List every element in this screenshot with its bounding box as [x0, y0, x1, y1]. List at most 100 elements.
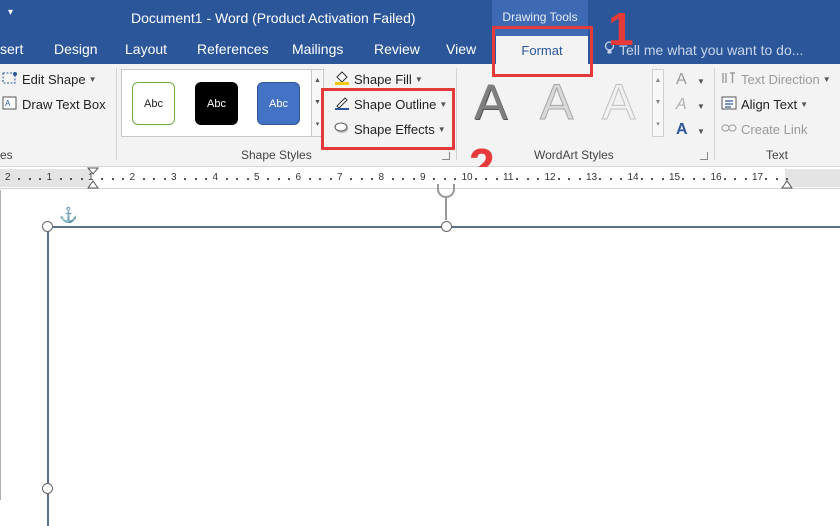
edit-shape-label: Edit Shape [22, 72, 86, 87]
wordart-style-gray[interactable]: A [474, 71, 507, 133]
align-text-label: Align Text [741, 97, 798, 112]
ruler-tick [101, 178, 104, 180]
ruler-tick [620, 178, 623, 180]
resize-handle-top-left[interactable] [42, 221, 53, 232]
scroll-up-icon[interactable]: ▲ [653, 70, 663, 92]
tab-insert[interactable]: sert [0, 41, 23, 57]
ruler-tick [599, 178, 602, 180]
ruler-tick [640, 178, 643, 180]
tab-references[interactable]: References [197, 41, 269, 57]
ruler-number: 11 [503, 172, 514, 183]
text-fill-icon[interactable]: A [676, 71, 687, 89]
ruler-tick [39, 178, 42, 180]
ruler-number: 15 [669, 172, 681, 183]
align-text-button[interactable]: Align Text ▼ [721, 96, 808, 113]
tab-review[interactable]: Review [374, 41, 420, 57]
ruler-tick [765, 178, 768, 180]
ruler-number: 12 [544, 172, 556, 183]
ruler-tick [142, 178, 145, 180]
tab-layout[interactable]: Layout [125, 41, 167, 57]
ribbon-tab-bar: sert Design Layout References Mailings R… [0, 36, 840, 64]
ruler-tick [194, 178, 197, 180]
wordart-styles-dialog-launcher-icon[interactable] [700, 152, 708, 160]
ruler-tick [319, 178, 322, 180]
ruler-tick [18, 178, 21, 180]
create-link-button[interactable]: Create Link [721, 121, 807, 138]
resize-handle-bottom-left[interactable] [42, 483, 53, 494]
ruler-number: 3 [171, 172, 177, 183]
ruler-tick [557, 178, 560, 180]
shape-outline-effects-highlight [321, 88, 455, 150]
ruler-tick [495, 178, 498, 180]
draw-text-box-button[interactable]: A Draw Text Box [2, 96, 106, 113]
tell-me-search[interactable]: Tell me what you want to do... [604, 41, 803, 58]
right-indent-marker-icon[interactable] [780, 175, 794, 189]
shape-style-swatch-black[interactable]: Abc [195, 82, 238, 125]
ruler-number: 4 [212, 172, 219, 183]
ruler-tick [775, 178, 778, 180]
ruler-tick [485, 178, 488, 180]
ruler-tick [454, 178, 457, 180]
chevron-down-icon: ▼ [697, 77, 705, 86]
ruler-number: 7 [337, 172, 343, 183]
wordart-styles-group-label: WordArt Styles [534, 148, 614, 162]
shape-styles-dialog-launcher-icon[interactable] [442, 152, 450, 160]
wordart-style-outline[interactable]: A [601, 71, 635, 133]
chevron-down-icon: ▼ [88, 75, 97, 84]
shape-fill-button[interactable]: Shape Fill ▼ [334, 71, 423, 88]
group-divider [714, 68, 715, 160]
ruler-tick [277, 178, 280, 180]
shape-style-swatch-blue[interactable]: Abc [257, 82, 300, 125]
resize-handle-top-middle[interactable] [441, 221, 452, 232]
text-direction-label: Text Direction [741, 72, 820, 87]
ruler-number: 9 [420, 172, 426, 183]
ruler-tick [205, 178, 208, 180]
quick-access-chevron-icon[interactable]: ▾ [8, 7, 13, 18]
tab-design[interactable]: Design [54, 41, 98, 57]
ruler-tick [682, 178, 685, 180]
wordart-style-light[interactable]: A [539, 71, 573, 133]
text-outline-icon[interactable]: A [676, 96, 687, 114]
selected-shape[interactable] [47, 226, 840, 526]
chevron-down-icon: ▼ [697, 102, 705, 111]
paint-bucket-icon [334, 71, 350, 88]
ruler-tick [350, 178, 353, 180]
window-title: Document1 - Word (Product Activation Fai… [131, 10, 416, 26]
wordart-gallery-scroll[interactable]: ▲ ▼ ▾ [652, 69, 664, 137]
ruler-tick [236, 178, 239, 180]
horizontal-ruler[interactable]: 2 1 1 2 3 4 5 6 7 8 9 10 11 12 13 14 15 16 17 [0, 167, 840, 189]
chevron-down-icon: ▼ [414, 75, 423, 84]
ruler-tick [288, 178, 291, 180]
step-1-label: 1 [608, 3, 634, 55]
ruler-tick [80, 178, 83, 180]
ruler-tick [111, 178, 114, 180]
text-group-label: Text [766, 148, 789, 162]
group-divider [116, 68, 117, 160]
tab-view[interactable]: View [446, 41, 476, 57]
indent-marker-icon[interactable] [86, 167, 100, 189]
shape-styles-group-label: Shape Styles [241, 148, 312, 162]
scroll-down-icon[interactable]: ▼ [653, 92, 663, 114]
text-direction-button[interactable]: Text Direction ▼ [721, 71, 831, 88]
tell-me-placeholder: Tell me what you want to do... [619, 42, 804, 58]
gallery-more-icon[interactable]: ▾ [653, 114, 663, 136]
text-effects-icon[interactable]: A [676, 121, 688, 139]
text-effects-column: A ▼ A ▼ A ▼ [674, 69, 710, 139]
tab-mailings[interactable]: Mailings [292, 41, 343, 57]
rotate-handle-icon[interactable] [437, 184, 455, 198]
ruler-number: 8 [378, 172, 385, 183]
ruler-tick [443, 178, 446, 180]
ruler-number: 13 [586, 172, 598, 183]
edit-shape-button[interactable]: Edit Shape ▼ [2, 71, 97, 88]
shape-style-swatch-outline[interactable]: Abc [132, 82, 175, 125]
ruler-tick [225, 178, 228, 180]
ruler-number: 6 [295, 172, 302, 183]
document-canvas[interactable]: ⚓ [0, 184, 840, 526]
ruler-tick [59, 178, 62, 180]
ruler-number: 2 [5, 172, 11, 183]
ruler-number: 1 [46, 172, 53, 183]
ribbon: Edit Shape ▼ A Draw Text Box es Abc Abc … [0, 26, 840, 167]
ruler-tick [609, 178, 612, 180]
ruler-tick [184, 178, 187, 180]
ruler-tick [578, 178, 581, 180]
